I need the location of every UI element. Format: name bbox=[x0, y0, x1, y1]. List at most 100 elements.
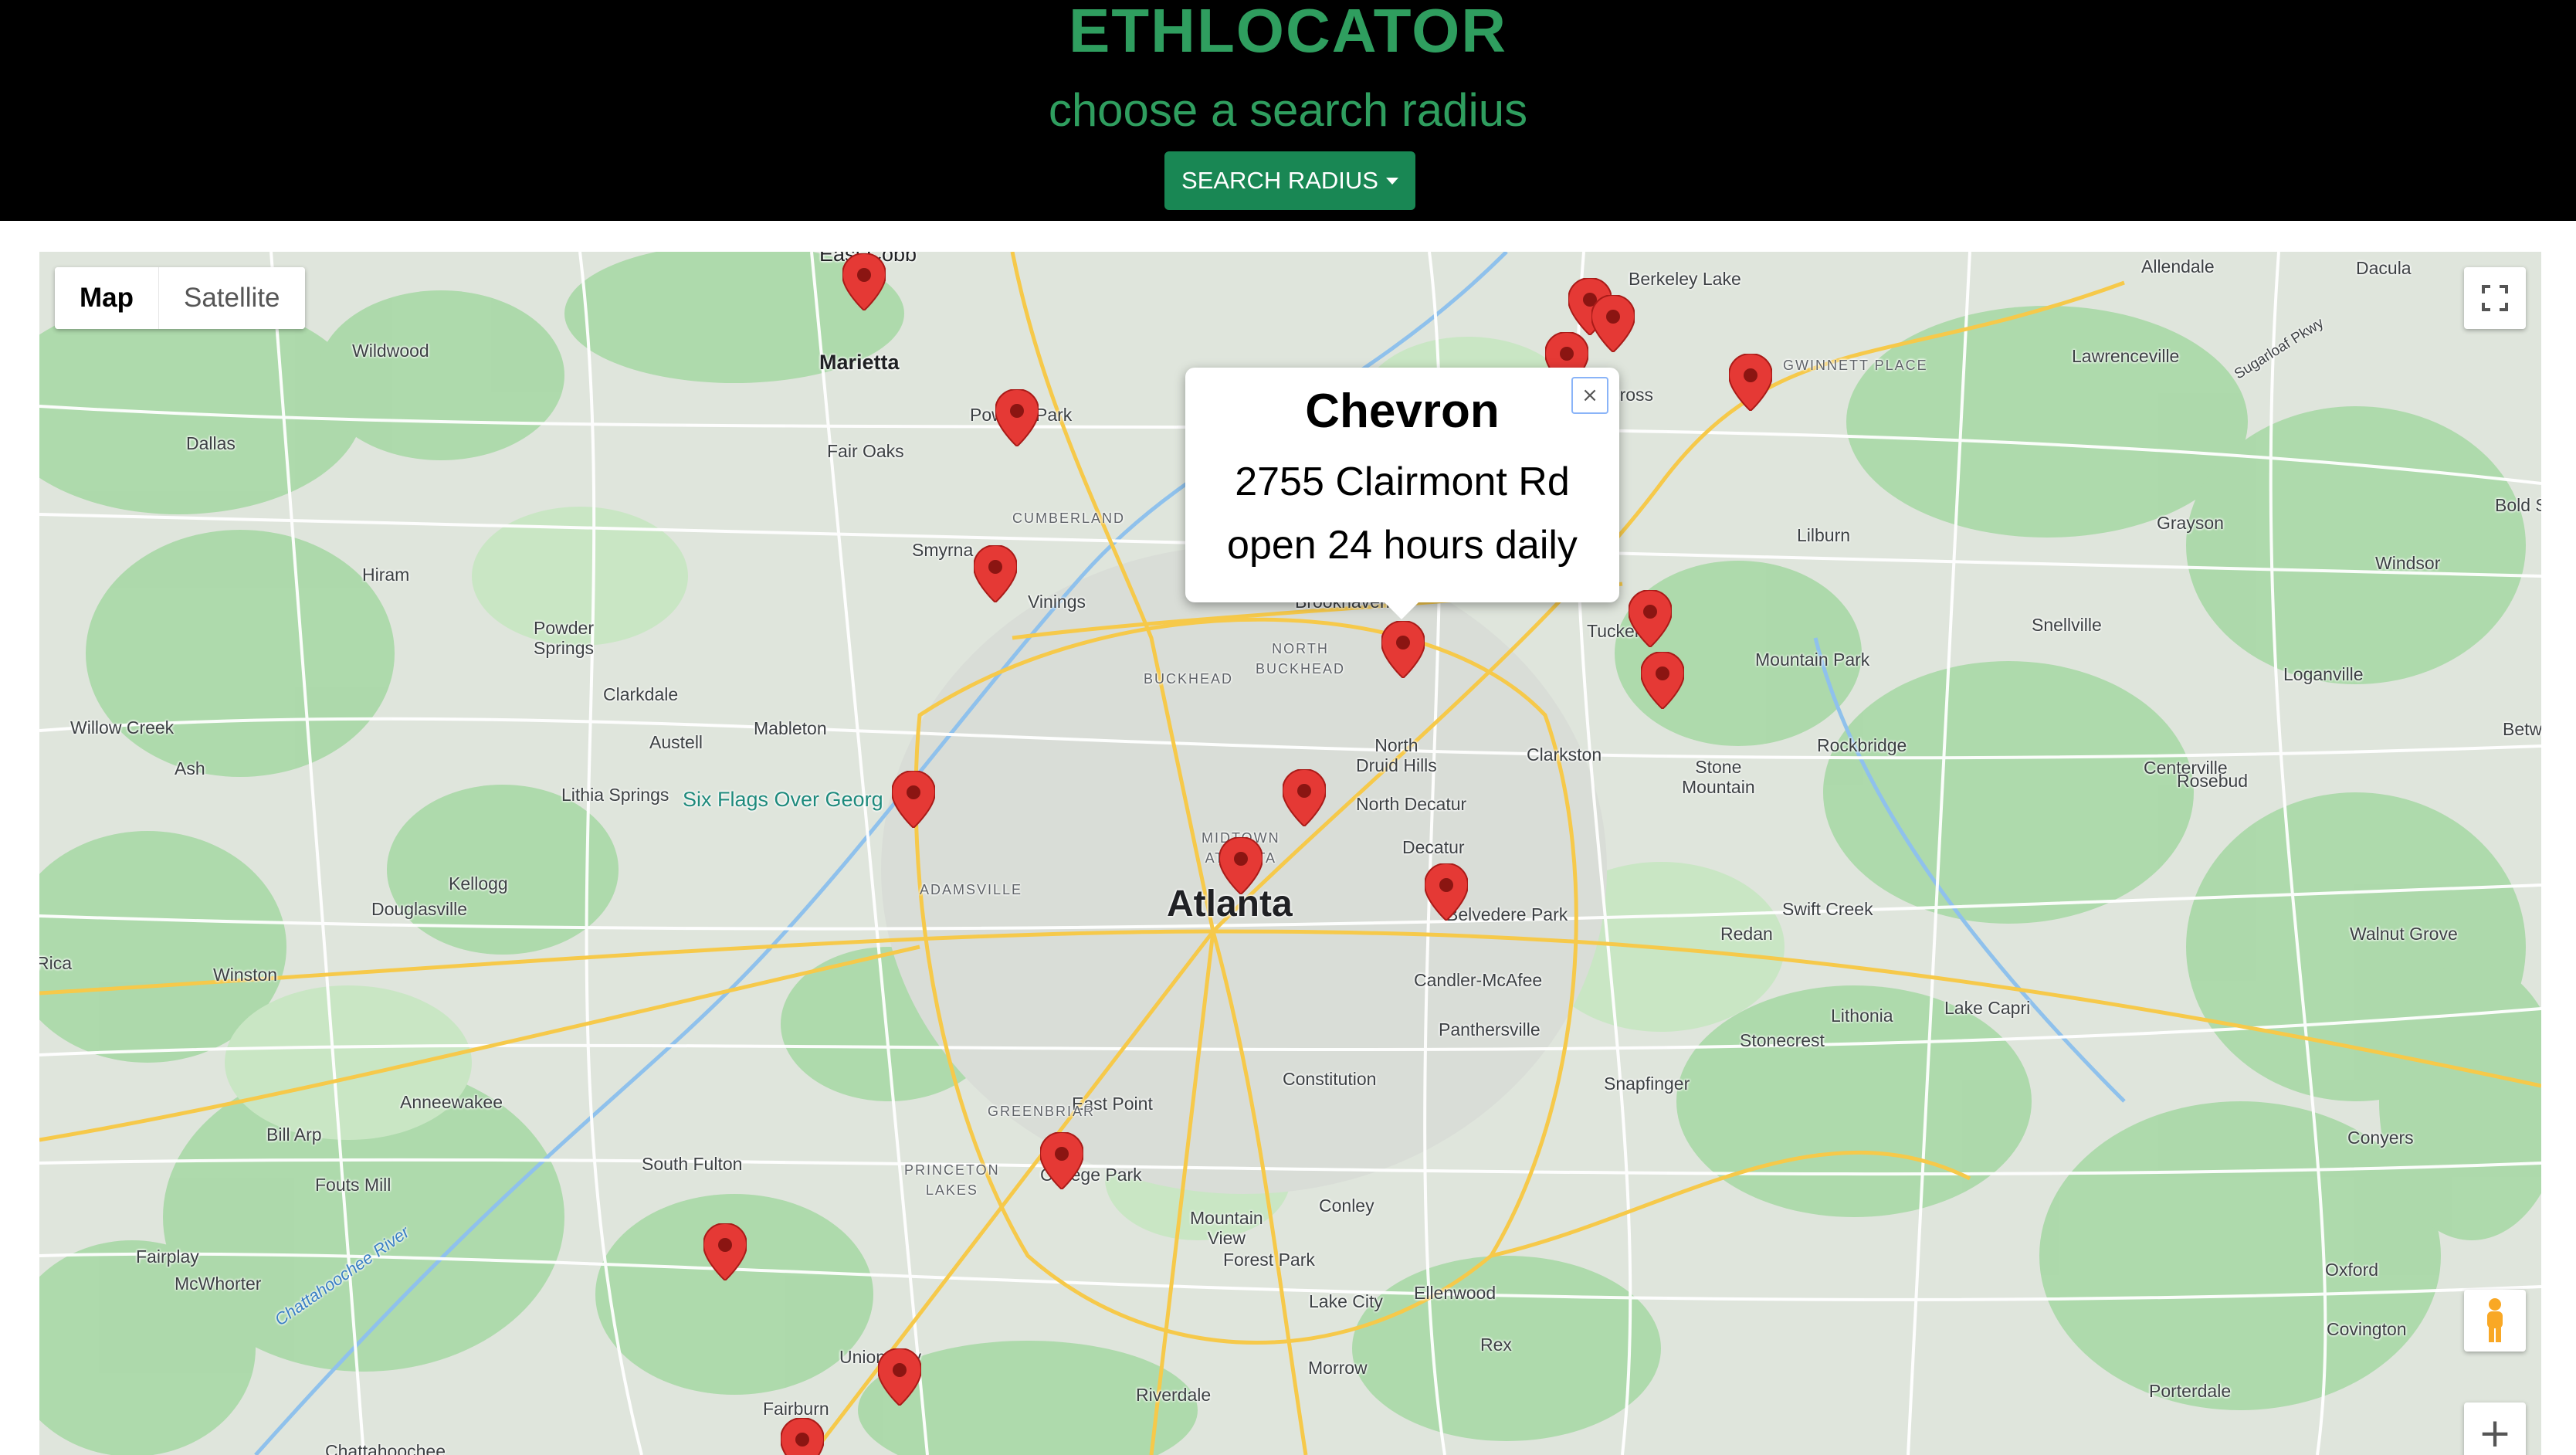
place-label-marietta: Marietta bbox=[819, 351, 900, 374]
place-label-fair-oaks: Fair Oaks bbox=[827, 441, 904, 461]
place-label-kellogg: Kellogg bbox=[449, 873, 508, 894]
fullscreen-icon bbox=[2482, 285, 2508, 311]
place-label-walnut-grove: Walnut Grove bbox=[2350, 924, 2458, 944]
place-label-anneewakee: Anneewakee bbox=[400, 1092, 503, 1112]
fullscreen-button[interactable] bbox=[2464, 267, 2526, 329]
place-label-oxford: Oxford bbox=[2325, 1260, 2379, 1280]
map-view[interactable]: East Cobb Marietta Wildwood Dallas Fair … bbox=[39, 252, 2541, 1455]
zoom-in-icon: + bbox=[2478, 1410, 2512, 1455]
place-label-south-fulton: South Fulton bbox=[642, 1154, 743, 1174]
place-label-mountain-park: Mountain Park bbox=[1755, 649, 1870, 670]
place-label-smyrna: Smyrna bbox=[912, 540, 974, 560]
place-label-north-buckhead: NORTH BUCKHEAD bbox=[1256, 641, 1346, 677]
place-label-austell: Austell bbox=[649, 732, 703, 752]
gas-station-marker[interactable] bbox=[781, 1418, 824, 1455]
place-label-bill-arp: Bill Arp bbox=[266, 1124, 322, 1145]
place-label-gwinnett-place: GWINNETT PLACE bbox=[1783, 358, 1928, 373]
place-label-douglasville: Douglasville bbox=[371, 899, 468, 919]
gas-station-marker[interactable] bbox=[1283, 769, 1326, 826]
place-label-bold-s: Bold S bbox=[2495, 495, 2541, 515]
search-radius-label: SEARCH RADIUS bbox=[1181, 167, 1378, 194]
place-label-dallas: Dallas bbox=[186, 433, 236, 453]
place-label-lake-capri: Lake Capri bbox=[1944, 998, 2031, 1018]
place-label-rockbridge: Rockbridge bbox=[1817, 735, 1907, 755]
place-label-clarkston: Clarkston bbox=[1527, 744, 1602, 765]
place-label-swift-creek: Swift Creek bbox=[1782, 899, 1873, 919]
place-label-lithia-springs: Lithia Springs bbox=[561, 785, 669, 805]
gas-station-marker[interactable] bbox=[703, 1223, 747, 1280]
gas-station-marker[interactable] bbox=[974, 545, 1017, 602]
place-label-ash: Ash bbox=[175, 758, 205, 778]
gas-station-marker[interactable] bbox=[1591, 295, 1635, 352]
gas-station-marker[interactable] bbox=[1425, 863, 1468, 921]
place-label-buckhead: BUCKHEAD bbox=[1144, 671, 1234, 687]
place-label-rica: Rica bbox=[39, 953, 73, 973]
gas-station-marker[interactable] bbox=[1641, 652, 1684, 709]
place-label-riverdale: Riverdale bbox=[1136, 1385, 1212, 1405]
station-name: Chevron bbox=[1305, 385, 1500, 438]
place-label-betw: Betw bbox=[2503, 719, 2541, 739]
place-label-park: Park bbox=[1035, 405, 1073, 425]
gas-station-marker[interactable] bbox=[1729, 354, 1772, 411]
place-label-stonecrest: Stonecrest bbox=[1740, 1030, 1825, 1050]
place-label-wildwood: Wildwood bbox=[352, 341, 429, 361]
map-type-control: Map Satellite bbox=[55, 267, 305, 329]
place-label-fouts-mill: Fouts Mill bbox=[315, 1175, 391, 1195]
street-view-pegman-button[interactable] bbox=[2464, 1290, 2526, 1352]
place-label-berkeley-lake: Berkeley Lake bbox=[1629, 269, 1741, 289]
place-label-chattahoochee: Chattahoochee bbox=[325, 1441, 446, 1455]
close-icon: × bbox=[1581, 384, 1598, 407]
place-label-rosebud: Rosebud bbox=[2177, 771, 2249, 791]
place-label-morrow: Morrow bbox=[1308, 1358, 1368, 1378]
station-hours: open 24 hours daily bbox=[1227, 523, 1578, 568]
place-label-powder-springs: Powder Springs bbox=[534, 618, 594, 658]
place-label-constitution: Constitution bbox=[1283, 1069, 1377, 1089]
place-label-willow-creek: Willow Creek bbox=[70, 717, 175, 738]
place-label-panthersville: Panthersville bbox=[1439, 1019, 1541, 1040]
place-label-snapfinger: Snapfinger bbox=[1604, 1073, 1690, 1094]
caret-down-icon bbox=[1385, 177, 1398, 185]
place-label-winston: Winston bbox=[213, 965, 278, 985]
place-label-lake-city: Lake City bbox=[1309, 1291, 1383, 1311]
gas-station-marker[interactable] bbox=[995, 389, 1039, 446]
map-type-map-button[interactable]: Map bbox=[55, 267, 158, 329]
gas-station-marker[interactable] bbox=[892, 771, 935, 828]
place-label-porterdale: Porterdale bbox=[2149, 1381, 2232, 1401]
place-label-allendale: Allendale bbox=[2141, 256, 2215, 276]
gas-station-marker[interactable] bbox=[878, 1348, 921, 1406]
place-label-north-decatur: North Decatur bbox=[1356, 794, 1467, 814]
app-header: ETHLOCATOR choose a search radius SEARCH… bbox=[0, 0, 2576, 221]
place-label-rex: Rex bbox=[1480, 1335, 1512, 1355]
app-subtitle: choose a search radius bbox=[1048, 84, 1528, 136]
place-label-greenbriar: GREENBRIAR bbox=[988, 1104, 1096, 1119]
gas-station-marker[interactable] bbox=[1629, 590, 1672, 647]
gas-station-marker-selected[interactable] bbox=[1381, 621, 1425, 678]
place-label-cumberland: CUMBERLAND bbox=[1012, 510, 1126, 526]
gas-station-marker[interactable] bbox=[842, 253, 886, 310]
zoom-in-button[interactable]: + bbox=[2464, 1402, 2526, 1455]
place-label-hiram: Hiram bbox=[362, 565, 410, 585]
station-address: 2755 Clairmont Rd bbox=[1235, 460, 1570, 504]
place-label-lawrenceville: Lawrenceville bbox=[2072, 346, 2180, 366]
gas-station-marker[interactable] bbox=[1040, 1132, 1083, 1189]
place-label-fairplay: Fairplay bbox=[136, 1246, 199, 1267]
gas-station-marker[interactable] bbox=[1219, 837, 1263, 894]
place-label-candler-mcafee: Candler-McAfee bbox=[1414, 970, 1543, 990]
info-window-close-button[interactable]: × bbox=[1571, 377, 1608, 414]
place-label-redan: Redan bbox=[1720, 924, 1773, 944]
place-label-dacula: Dacula bbox=[2356, 258, 2412, 278]
place-label-adamsville: ADAMSVILLE bbox=[920, 882, 1023, 897]
map-type-satellite-button[interactable]: Satellite bbox=[159, 267, 305, 329]
place-label-loganville: Loganville bbox=[2283, 664, 2364, 684]
place-label-north-druid-hills: North Druid Hills bbox=[1356, 735, 1437, 775]
place-label-stone-mountain: Stone Mountain bbox=[1682, 757, 1755, 797]
search-radius-dropdown-button[interactable]: SEARCH RADIUS bbox=[1164, 151, 1415, 210]
place-label-mountain-view: Mountain View bbox=[1190, 1208, 1263, 1248]
place-label-mcwhorter: McWhorter bbox=[175, 1274, 262, 1294]
place-label-lilburn: Lilburn bbox=[1797, 525, 1851, 545]
place-label-mableton: Mableton bbox=[754, 718, 827, 738]
place-label-covington: Covington bbox=[2327, 1319, 2407, 1339]
place-label-fairburn: Fairburn bbox=[763, 1399, 829, 1419]
place-label-decatur: Decatur bbox=[1402, 837, 1465, 857]
place-label-ellenwood: Ellenwood bbox=[1414, 1283, 1496, 1303]
